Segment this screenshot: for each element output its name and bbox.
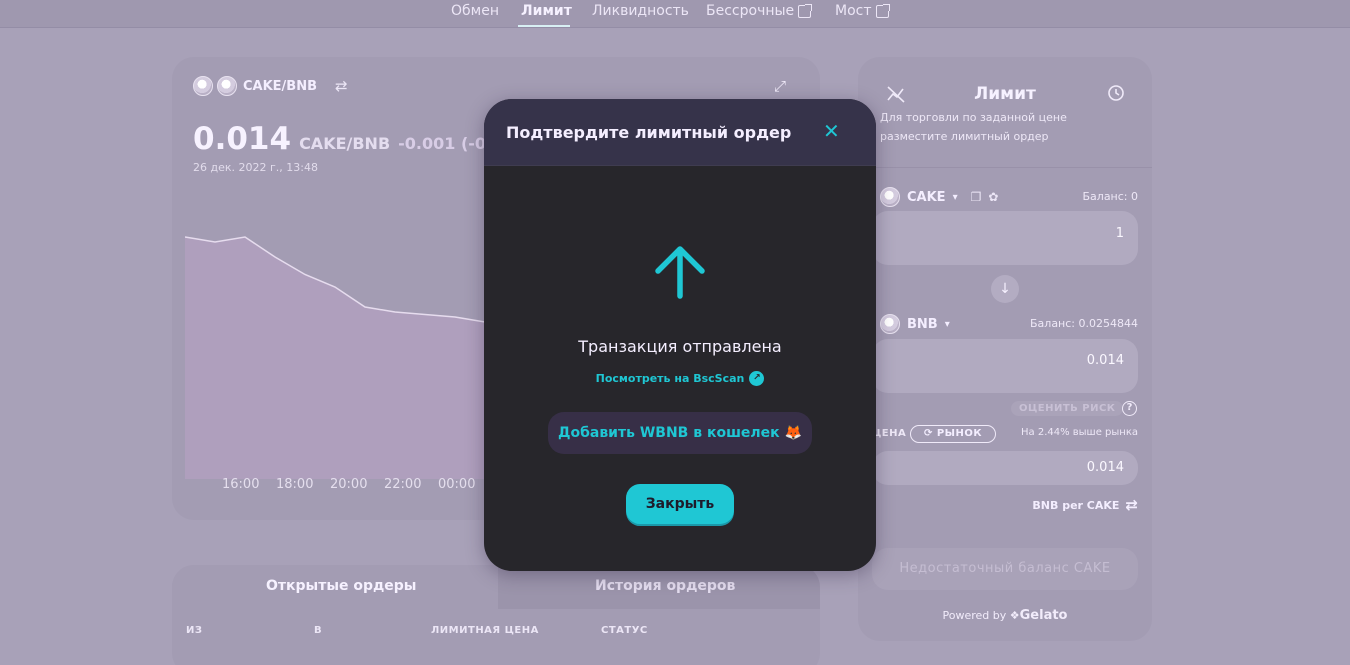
- tab-order-history[interactable]: История ордеров: [595, 578, 735, 594]
- external-link-icon: [875, 3, 890, 18]
- powered-by: Powered by ❖Gelato: [858, 608, 1152, 623]
- price-date: 26 дек. 2022 г., 13:48: [193, 161, 318, 174]
- view-link-label: Посмотреть на BscScan: [595, 372, 745, 385]
- modal-header: Подтвердите лимитный ордер ✕: [484, 99, 876, 166]
- nav-active-underline: [518, 25, 570, 27]
- limit-price-input[interactable]: 0.014: [872, 451, 1138, 485]
- to-amount-input[interactable]: 0.014: [872, 339, 1138, 393]
- from-amount-input[interactable]: 1: [872, 211, 1138, 265]
- to-token-selector[interactable]: BNB ▾: [880, 314, 950, 334]
- chart-area: [185, 237, 485, 479]
- powered-by-label: Powered by: [942, 609, 1007, 622]
- external-link-icon: [798, 3, 813, 18]
- history-icon[interactable]: [1106, 83, 1126, 108]
- chevron-down-icon: ▾: [952, 191, 958, 203]
- top-nav: Обмен Лимит Ликвидность Бессрочные Мост: [0, 0, 1350, 28]
- price-pair: CAKE/BNB: [299, 134, 391, 153]
- bnb-token-icon: [880, 314, 900, 334]
- nav-item-label: Лимит: [521, 3, 572, 19]
- pair-header: CAKE/BNB ⇄: [193, 76, 348, 96]
- swap-icon[interactable]: ⇄: [335, 77, 348, 95]
- price-label: ЦЕНА: [872, 428, 907, 439]
- from-token-symbol: CAKE: [907, 189, 946, 205]
- view-on-bscscan-link[interactable]: Посмотреть на BscScan ↗: [484, 371, 876, 386]
- from-token-selector[interactable]: CAKE ▾ ❐ ✿: [880, 187, 998, 207]
- rate-unit-toggle[interactable]: BNB per CAKE ⇄: [1032, 496, 1138, 514]
- nav-item-label: Бессрочные: [706, 3, 795, 19]
- tab-open-orders[interactable]: Открытые ордеры: [266, 578, 416, 594]
- rate-unit-label: BNB per CAKE: [1032, 498, 1120, 512]
- orders-card: Открытые ордеры История ордеров ИЗ В ЛИМ…: [172, 565, 820, 665]
- x-tick-label: 20:00: [330, 477, 368, 492]
- chevron-down-icon: ▾: [944, 318, 950, 330]
- column-limit-price: ЛИМИТНАЯ ЦЕНА: [431, 625, 539, 636]
- nav-item-label: Мост: [835, 3, 872, 19]
- submit-button[interactable]: Недостаточный баланс CAKE: [872, 548, 1138, 590]
- column-to: В: [314, 625, 323, 636]
- current-price: 0.014: [193, 121, 292, 157]
- confirm-limit-order-modal: Подтвердите лимитный ордер ✕ Транзакция …: [484, 99, 876, 571]
- cake-token-icon: [880, 187, 900, 207]
- swap-icon: ⇄: [1125, 496, 1138, 514]
- x-tick-label: 18:00: [276, 477, 314, 492]
- close-icon[interactable]: ✕: [823, 121, 840, 141]
- cake-token-icon: [193, 76, 213, 96]
- transaction-status: Транзакция отправлена: [578, 337, 782, 356]
- bscscan-icon: ↗: [749, 371, 765, 386]
- expand-icon[interactable]: ⤢: [774, 77, 786, 95]
- price-area-chart: [185, 236, 485, 479]
- add-wbnb-to-wallet-button[interactable]: Добавить WBNB в кошелек 🦊: [548, 412, 812, 454]
- nav-item-perpetual[interactable]: Бессрочные: [706, 3, 813, 19]
- column-status: СТАТУС: [601, 625, 648, 636]
- price-display: 0.014 CAKE/BNB -0.001 (-0.57: [193, 121, 514, 157]
- nav-item-swap[interactable]: Обмен: [451, 3, 499, 19]
- arrow-up-icon: [655, 246, 705, 299]
- help-icon[interactable]: ?: [1122, 401, 1137, 416]
- powered-by-brand: Gelato: [1019, 608, 1068, 623]
- scan-risk-button[interactable]: ОЦЕНИТЬ РИСК: [1011, 401, 1124, 416]
- pair-name: CAKE/BNB: [243, 78, 318, 94]
- to-balance: Баланс: 0.0254844: [1030, 317, 1138, 330]
- x-tick-label: 00:00: [438, 477, 476, 492]
- above-market-text: На 2.44% выше рынка: [1021, 427, 1138, 438]
- market-button-label: РЫНОК: [936, 428, 983, 439]
- modal-title: Подтвердите лимитный ордер: [506, 123, 792, 142]
- nav-item-label: Обмен: [451, 3, 499, 19]
- copy-icon[interactable]: ❐: [971, 190, 982, 204]
- divider: [858, 167, 1152, 168]
- nav-item-liquidity[interactable]: Ликвидность: [592, 3, 689, 19]
- from-balance: Баланс: 0: [1082, 190, 1139, 203]
- x-tick-label: 16:00: [222, 477, 260, 492]
- arrow-down-icon[interactable]: ↓: [991, 275, 1019, 303]
- limit-order-card: Лимит Для торговли по заданной цене разм…: [858, 57, 1152, 641]
- limit-subtitle: Для торговли по заданной цене разместите…: [880, 111, 1067, 143]
- bnb-token-icon: [217, 76, 237, 96]
- close-button[interactable]: Закрыть: [626, 484, 734, 526]
- market-price-button[interactable]: ⟳ РЫНОК: [910, 425, 996, 443]
- nav-item-label: Ликвидность: [592, 3, 689, 19]
- to-token-symbol: BNB: [907, 316, 938, 332]
- nav-item-limit[interactable]: Лимит: [521, 3, 572, 19]
- nav-item-bridge[interactable]: Мост: [835, 3, 890, 19]
- column-from: ИЗ: [186, 625, 203, 636]
- x-tick-label: 22:00: [384, 477, 422, 492]
- gelato-logo-icon: ❖: [1009, 609, 1020, 622]
- wallet-add-icon[interactable]: ✿: [988, 190, 998, 204]
